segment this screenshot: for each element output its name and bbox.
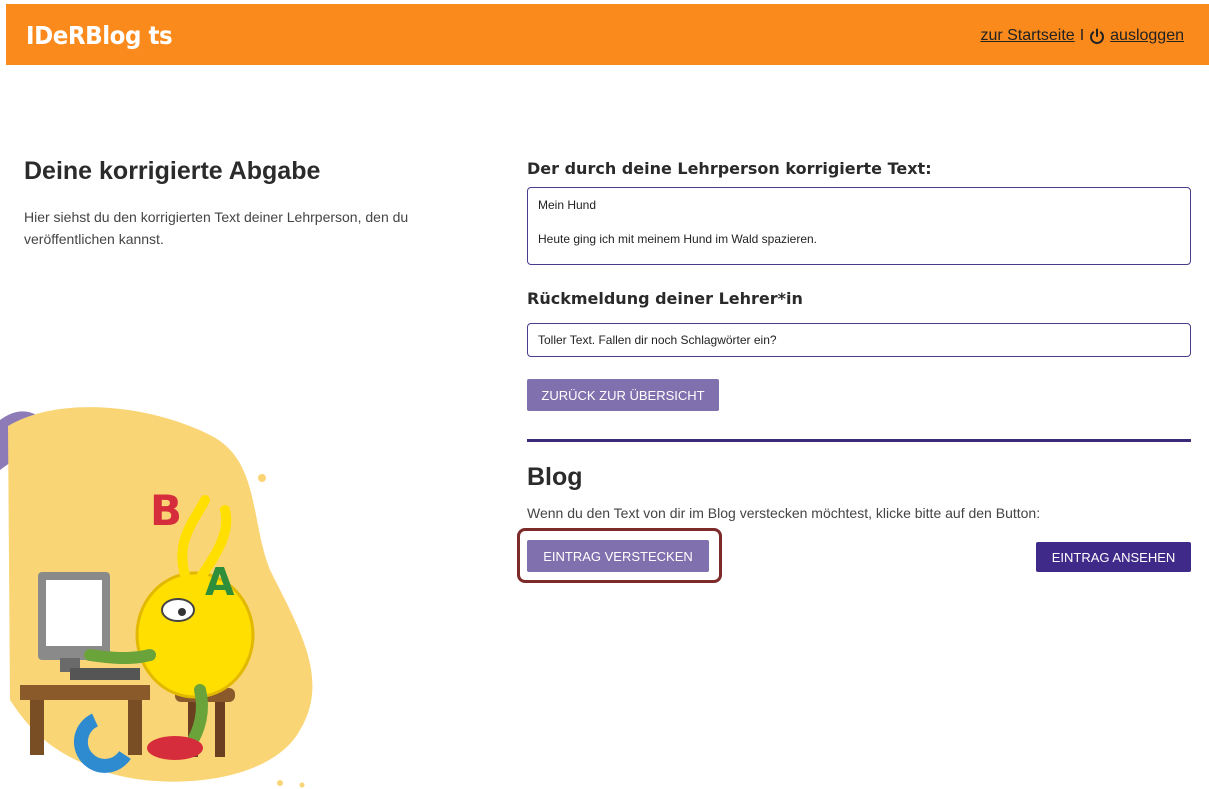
corrected-text-field[interactable]: Mein Hund Heute ging ich mit meinem Hund… xyxy=(527,187,1191,265)
back-to-overview-button[interactable]: ZURÜCK ZUR ÜBERSICHT xyxy=(527,379,719,411)
blog-title: Blog xyxy=(527,463,583,491)
hide-entry-button[interactable]: EINTRAG VERSTECKEN xyxy=(527,540,709,572)
mascot-illustration: B A xyxy=(0,407,313,788)
letter-b: B xyxy=(150,486,182,535)
corrected-text-line-2: Heute ging ich mit meinem Hund im Wald s… xyxy=(538,232,818,246)
corrected-text-line-1: Mein Hund xyxy=(538,198,597,212)
logout-link[interactable]: ausloggen xyxy=(1110,27,1184,45)
page-description: Hier siehst du den korrigierten Text dei… xyxy=(24,209,409,247)
corrected-text-heading: Der durch deine Lehrperson korrigierte T… xyxy=(527,159,932,178)
letter-a: A xyxy=(205,560,235,604)
view-entry-button[interactable]: EINTRAG ANSEHEN xyxy=(1036,542,1191,572)
header-bar: IDeRBlog ts zur Startseite I ausloggen xyxy=(6,4,1209,65)
logo[interactable]: IDeRBlog ts xyxy=(26,21,173,50)
page-title: Deine korrigierte Abgabe xyxy=(24,157,321,185)
nav-separator: I xyxy=(1079,27,1085,44)
top-nav: zur Startseite I ausloggen xyxy=(980,27,1184,45)
feedback-field[interactable]: Toller Text. Fallen dir noch Schlagwörte… xyxy=(527,323,1191,357)
divider xyxy=(527,439,1191,442)
power-icon[interactable] xyxy=(1089,28,1105,45)
blog-description: Wenn du den Text von dir im Blog verstec… xyxy=(527,505,1041,521)
feedback-heading: Rückmeldung deiner Lehrer*in xyxy=(527,289,803,308)
home-link[interactable]: zur Startseite xyxy=(980,27,1074,45)
